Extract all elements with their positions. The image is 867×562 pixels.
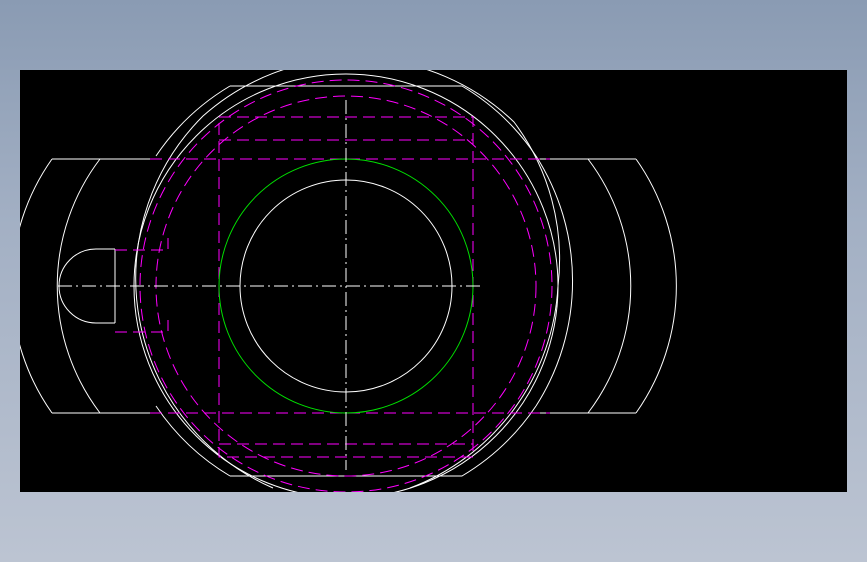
flange-right <box>532 158 677 414</box>
cad-drawing-viewport[interactable] <box>20 70 847 492</box>
lubrication-lug <box>58 238 169 333</box>
cad-drawing-svg <box>20 70 677 492</box>
centerlines <box>58 100 480 470</box>
housing-outline <box>155 85 573 477</box>
